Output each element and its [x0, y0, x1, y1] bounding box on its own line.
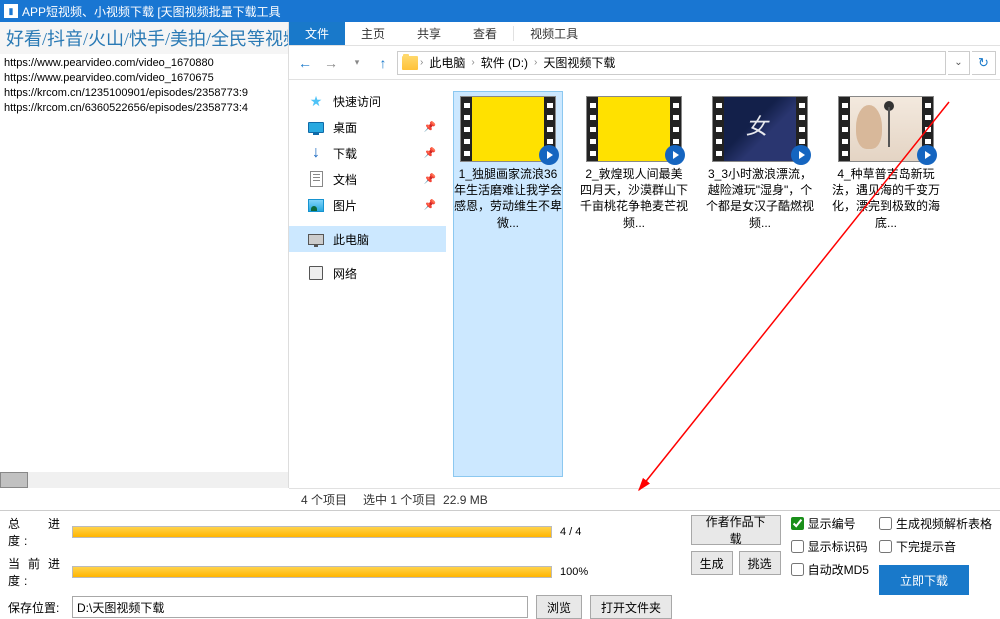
chevron-right-icon[interactable]: › [420, 57, 423, 68]
file-grid[interactable]: 1_独腿画家流浪36年生活磨难让我学会感恩，劳动维生不卑微... 2_敦煌现人间… [446, 80, 1000, 488]
star-icon [307, 92, 325, 110]
path-dropdown-icon[interactable]: ⌄ [948, 51, 970, 75]
horizontal-scrollbar[interactable] [0, 472, 288, 488]
pc-icon [307, 230, 325, 248]
crumb-drive[interactable]: 软件 (D:) [477, 54, 532, 71]
finish-sound-checkbox[interactable]: 下完提示音 [879, 538, 992, 555]
file-item[interactable]: 1_独腿画家流浪36年生活磨难让我学会感恩，劳动维生不卑微... [454, 92, 562, 476]
author-download-button[interactable]: 作者作品下载 [691, 515, 781, 545]
file-item[interactable]: 4_种草普吉岛新玩法，遇见海的千变万化，漂完到极致的海底... [832, 92, 940, 476]
tab-video-tools[interactable]: 视频工具 [514, 22, 594, 45]
show-id-checkbox[interactable]: 显示标识码 [791, 538, 869, 555]
network-icon [307, 264, 325, 282]
left-panel-title: 好看/抖音/火山/快手/美拍/全民等视频 [0, 22, 288, 54]
tree-downloads[interactable]: 下载📌 [289, 140, 446, 166]
tree-desktop[interactable]: 桌面📌 [289, 114, 446, 140]
current-progress-bar [72, 566, 552, 578]
folder-icon [402, 56, 418, 70]
total-progress-bar [72, 526, 552, 538]
app-icon: ▮ [4, 4, 18, 18]
tab-file[interactable]: 文件 [289, 22, 345, 45]
tab-view[interactable]: 查看 [457, 22, 513, 45]
play-icon [665, 145, 685, 165]
nav-up-icon[interactable]: ↑ [371, 51, 395, 75]
tree-documents[interactable]: 文档📌 [289, 166, 446, 192]
url-item[interactable]: https://www.pearvideo.com/video_1670675 [4, 71, 284, 86]
tree-this-pc[interactable]: 此电脑 [289, 226, 446, 252]
tab-share[interactable]: 共享 [401, 22, 457, 45]
picture-icon [307, 196, 325, 214]
tree-quick-access[interactable]: 快速访问 [289, 88, 446, 114]
pin-icon: 📌 [424, 174, 436, 185]
file-name: 1_独腿画家流浪36年生活磨难让我学会感恩，劳动维生不卑微... [454, 166, 562, 231]
file-name: 4_种草普吉岛新玩法，遇见海的千变万化，漂完到极致的海底... [832, 166, 940, 231]
tree-network[interactable]: 网络 [289, 260, 446, 286]
status-item-count: 4 个项目 [301, 491, 347, 508]
current-progress-text: 100% [560, 566, 588, 578]
total-progress-text: 4 / 4 [560, 526, 581, 538]
gen-sheet-checkbox[interactable]: 生成视频解析表格 [879, 515, 992, 532]
save-location-label: 保存位置: [8, 599, 64, 616]
open-folder-button[interactable]: 打开文件夹 [590, 595, 672, 619]
url-list[interactable]: https://www.pearvideo.com/video_1670880 … [0, 54, 288, 472]
status-selected: 选中 1 个项目 22.9 MB [363, 491, 488, 508]
pin-icon: 📌 [424, 200, 436, 211]
generate-button[interactable]: 生成 [691, 551, 733, 575]
crumb-pc[interactable]: 此电脑 [425, 54, 469, 71]
nav-back-icon[interactable]: ← [293, 51, 317, 75]
tree-pictures[interactable]: 图片📌 [289, 192, 446, 218]
download-now-button[interactable]: 立即下载 [879, 565, 969, 595]
pick-button[interactable]: 挑选 [739, 551, 781, 575]
download-icon [307, 144, 325, 162]
chevron-right-icon[interactable]: › [534, 57, 537, 68]
show-number-checkbox[interactable]: 显示编号 [791, 515, 869, 532]
url-item[interactable]: https://krcom.cn/1235100901/episodes/235… [4, 86, 284, 101]
total-progress-label: 总 进 度: [8, 515, 64, 549]
file-name: 3_3小时激浪漂流，越险滩玩"湿身"，个个都是女汉子酷燃视频... [706, 166, 814, 231]
window-title: APP短视频、小视频下载 [天图视频批量下载工具 [22, 3, 281, 20]
file-item[interactable]: 3_3小时激浪漂流，越险滩玩"湿身"，个个都是女汉子酷燃视频... [706, 92, 814, 476]
tab-home[interactable]: 主页 [345, 22, 401, 45]
play-icon [791, 145, 811, 165]
chevron-right-icon[interactable]: › [471, 57, 474, 68]
nav-tree: 快速访问 桌面📌 下载📌 文档📌 图片📌 此电脑 网络 [289, 80, 446, 488]
pin-icon: 📌 [424, 148, 436, 159]
breadcrumb[interactable]: › 此电脑 › 软件 (D:) › 天图视频下载 [397, 51, 946, 75]
save-location-input[interactable] [72, 596, 528, 618]
file-name: 2_敦煌现人间最美四月天，沙漠群山下千亩桃花争艳麦芒视频... [580, 166, 688, 231]
nav-forward-icon: → [319, 51, 343, 75]
file-item[interactable]: 2_敦煌现人间最美四月天，沙漠群山下千亩桃花争艳麦芒视频... [580, 92, 688, 476]
auto-md5-checkbox[interactable]: 自动改MD5 [791, 561, 869, 578]
desktop-icon [307, 118, 325, 136]
pin-icon: 📌 [424, 122, 436, 133]
play-icon [539, 145, 559, 165]
browse-button[interactable]: 浏览 [536, 595, 582, 619]
url-item[interactable]: https://www.pearvideo.com/video_1670880 [4, 56, 284, 71]
url-item[interactable]: https://krcom.cn/6360522656/episodes/235… [4, 101, 284, 116]
document-icon [307, 170, 325, 188]
crumb-folder[interactable]: 天图视频下载 [539, 54, 619, 71]
play-icon [917, 145, 937, 165]
refresh-icon[interactable]: ↻ [972, 51, 996, 75]
nav-recent-icon[interactable]: ▾ [345, 51, 369, 75]
